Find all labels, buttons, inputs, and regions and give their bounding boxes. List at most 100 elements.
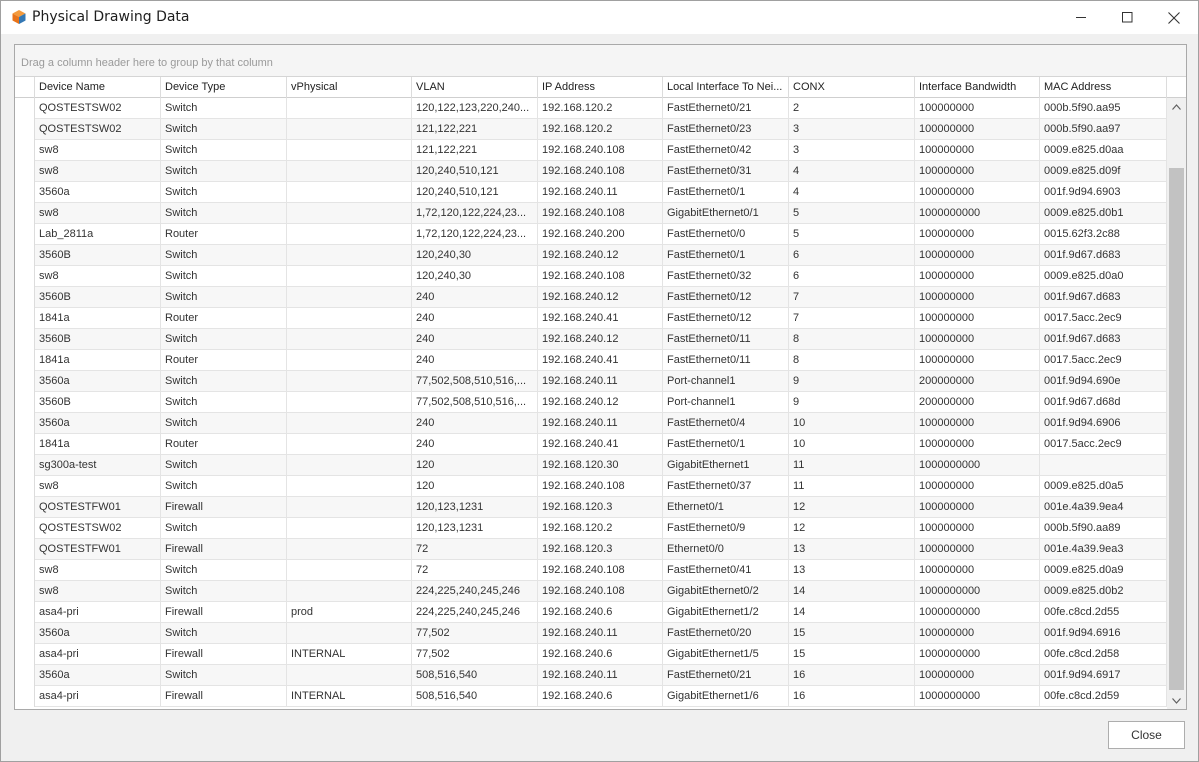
cell-vlan[interactable]: 120,240,30 [412,245,538,266]
cell-device-name[interactable]: sw8 [35,476,161,497]
row-indicator[interactable] [15,266,35,287]
cell-ip-address[interactable]: 192.168.240.12 [538,392,663,413]
cell-ip-address[interactable]: 192.168.120.3 [538,497,663,518]
cell-ip-address[interactable]: 192.168.240.6 [538,644,663,665]
cell-vlan[interactable]: 224,225,240,245,246 [412,581,538,602]
cell-device-type[interactable]: Switch [161,161,287,182]
cell-vphysical[interactable] [287,287,412,308]
cell-device-type[interactable]: Router [161,224,287,245]
cell-local-interface[interactable]: FastEthernet0/21 [663,665,789,686]
cell-vphysical[interactable] [287,308,412,329]
cell-device-type[interactable]: Switch [161,455,287,476]
cell-ip-address[interactable]: 192.168.240.12 [538,329,663,350]
cell-interface-bandwidth[interactable]: 100000000 [915,518,1040,539]
table-row[interactable]: QOSTESTFW01 Firewall 72 192.168.120.3 Ethern… [15,539,1167,560]
cell-local-interface[interactable]: GigabitEthernet1 [663,455,789,476]
table-row[interactable]: 3560B Switch 240 192.168.240.12 FastEthernet… [15,329,1167,350]
cell-vlan[interactable]: 508,516,540 [412,686,538,707]
cell-vphysical[interactable] [287,560,412,581]
cell-local-interface[interactable]: FastEthernet0/11 [663,350,789,371]
cell-device-name[interactable]: 3560B [35,245,161,266]
cell-device-name[interactable]: 3560a [35,371,161,392]
cell-interface-bandwidth[interactable]: 1000000000 [915,602,1040,623]
cell-interface-bandwidth[interactable]: 100000000 [915,665,1040,686]
cell-mac-address[interactable]: 001f.9d67.d683 [1040,287,1167,308]
cell-device-name[interactable]: sw8 [35,581,161,602]
cell-device-type[interactable]: Switch [161,98,287,119]
row-indicator[interactable] [15,203,35,224]
cell-device-type[interactable]: Firewall [161,686,287,707]
row-indicator[interactable] [15,119,35,140]
row-indicator[interactable] [15,518,35,539]
cell-mac-address[interactable]: 0017.5acc.2ec9 [1040,350,1167,371]
cell-ip-address[interactable]: 192.168.120.3 [538,539,663,560]
cell-ip-address[interactable]: 192.168.240.108 [538,581,663,602]
row-indicator[interactable] [15,224,35,245]
cell-vlan[interactable]: 121,122,221 [412,140,538,161]
cell-conx[interactable]: 9 [789,371,915,392]
cell-conx[interactable]: 15 [789,644,915,665]
cell-vlan[interactable]: 240 [412,287,538,308]
cell-ip-address[interactable]: 192.168.240.11 [538,413,663,434]
cell-device-type[interactable]: Switch [161,119,287,140]
cell-ip-address[interactable]: 192.168.240.11 [538,665,663,686]
group-by-panel[interactable]: Drag a column header here to group by th… [15,45,1186,77]
cell-ip-address[interactable]: 192.168.240.6 [538,686,663,707]
cell-device-name[interactable]: 3560a [35,623,161,644]
cell-conx[interactable]: 10 [789,413,915,434]
cell-ip-address[interactable]: 192.168.240.12 [538,287,663,308]
cell-vlan[interactable]: 120,240,510,121 [412,161,538,182]
cell-interface-bandwidth[interactable]: 1000000000 [915,686,1040,707]
row-indicator[interactable] [15,434,35,455]
cell-device-type[interactable]: Router [161,434,287,455]
row-indicator[interactable] [15,161,35,182]
close-button[interactable]: Close [1108,721,1185,749]
cell-vphysical[interactable] [287,581,412,602]
cell-conx[interactable]: 4 [789,182,915,203]
cell-mac-address[interactable]: 0009.e825.d0b2 [1040,581,1167,602]
cell-vphysical[interactable] [287,245,412,266]
cell-vphysical[interactable] [287,140,412,161]
cell-ip-address[interactable]: 192.168.240.12 [538,245,663,266]
cell-local-interface[interactable]: FastEthernet0/1 [663,434,789,455]
cell-device-type[interactable]: Switch [161,476,287,497]
cell-local-interface[interactable]: GigabitEthernet1/5 [663,644,789,665]
cell-vlan[interactable]: 120 [412,476,538,497]
cell-conx[interactable]: 16 [789,665,915,686]
cell-vphysical[interactable] [287,497,412,518]
cell-device-name[interactable]: 3560a [35,413,161,434]
cell-conx[interactable]: 15 [789,623,915,644]
cell-vphysical[interactable] [287,203,412,224]
row-indicator[interactable] [15,329,35,350]
cell-mac-address[interactable]: 0009.e825.d0aa [1040,140,1167,161]
cell-interface-bandwidth[interactable]: 100000000 [915,413,1040,434]
cell-device-name[interactable]: QOSTESTFW01 [35,539,161,560]
cell-device-type[interactable]: Firewall [161,497,287,518]
cell-ip-address[interactable]: 192.168.240.11 [538,371,663,392]
cell-device-name[interactable]: sw8 [35,203,161,224]
cell-device-type[interactable]: Switch [161,623,287,644]
cell-local-interface[interactable]: FastEthernet0/42 [663,140,789,161]
cell-device-type[interactable]: Switch [161,518,287,539]
table-row[interactable]: QOSTESTSW02 Switch 120,123,1231 192.168.120… [15,518,1167,539]
row-indicator[interactable] [15,455,35,476]
cell-ip-address[interactable]: 192.168.240.11 [538,182,663,203]
column-header-vphysical[interactable]: vPhysical [287,77,412,98]
cell-local-interface[interactable]: FastEthernet0/20 [663,623,789,644]
cell-device-name[interactable]: 1841a [35,308,161,329]
cell-interface-bandwidth[interactable]: 100000000 [915,329,1040,350]
cell-mac-address[interactable]: 00fe.c8cd.2d58 [1040,644,1167,665]
cell-device-name[interactable]: QOSTESTSW02 [35,119,161,140]
row-indicator[interactable] [15,602,35,623]
cell-mac-address[interactable]: 001f.9d67.d683 [1040,329,1167,350]
cell-conx[interactable]: 12 [789,518,915,539]
cell-interface-bandwidth[interactable]: 1000000000 [915,455,1040,476]
row-indicator[interactable] [15,665,35,686]
row-indicator[interactable] [15,623,35,644]
row-indicator[interactable] [15,497,35,518]
cell-mac-address[interactable]: 000b.5f90.aa97 [1040,119,1167,140]
table-row[interactable]: 3560a Switch 120,240,510,121 192.168.240.11… [15,182,1167,203]
row-indicator[interactable] [15,476,35,497]
table-row[interactable]: 1841a Router 240 192.168.240.41 FastEthernet… [15,434,1167,455]
cell-interface-bandwidth[interactable]: 100000000 [915,119,1040,140]
